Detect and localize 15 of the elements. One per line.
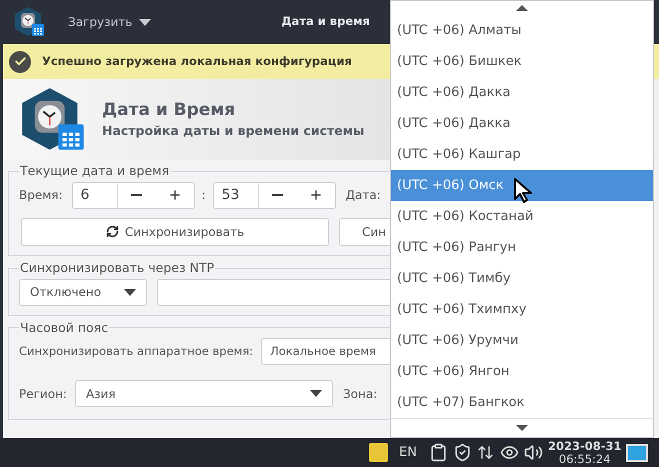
region-label: Регион: [19, 386, 67, 403]
group-legend: Часовой пояс [20, 320, 108, 334]
time-label: Время: [19, 187, 63, 204]
window-title: Дата и время [281, 13, 370, 30]
taskbar-time: 06:55:24 [558, 452, 611, 466]
header-subtitle: Настройка даты и времени системы [102, 122, 364, 140]
hardware-time-label: Синхронизировать аппаратное время: [19, 343, 254, 360]
zone-label: Зона: [342, 386, 378, 403]
taskbar-date: 2023-08-31 [548, 440, 622, 452]
group-legend: Синхронизировать через NTP [20, 260, 214, 275]
header-title: Дата и Время [102, 98, 236, 120]
time-separator: : [202, 187, 206, 204]
date-label: Дата: [346, 187, 381, 204]
notification-text: Успешно загружена локальная конфигурация [42, 52, 352, 70]
group-legend: Текущие дата и время [20, 163, 170, 178]
